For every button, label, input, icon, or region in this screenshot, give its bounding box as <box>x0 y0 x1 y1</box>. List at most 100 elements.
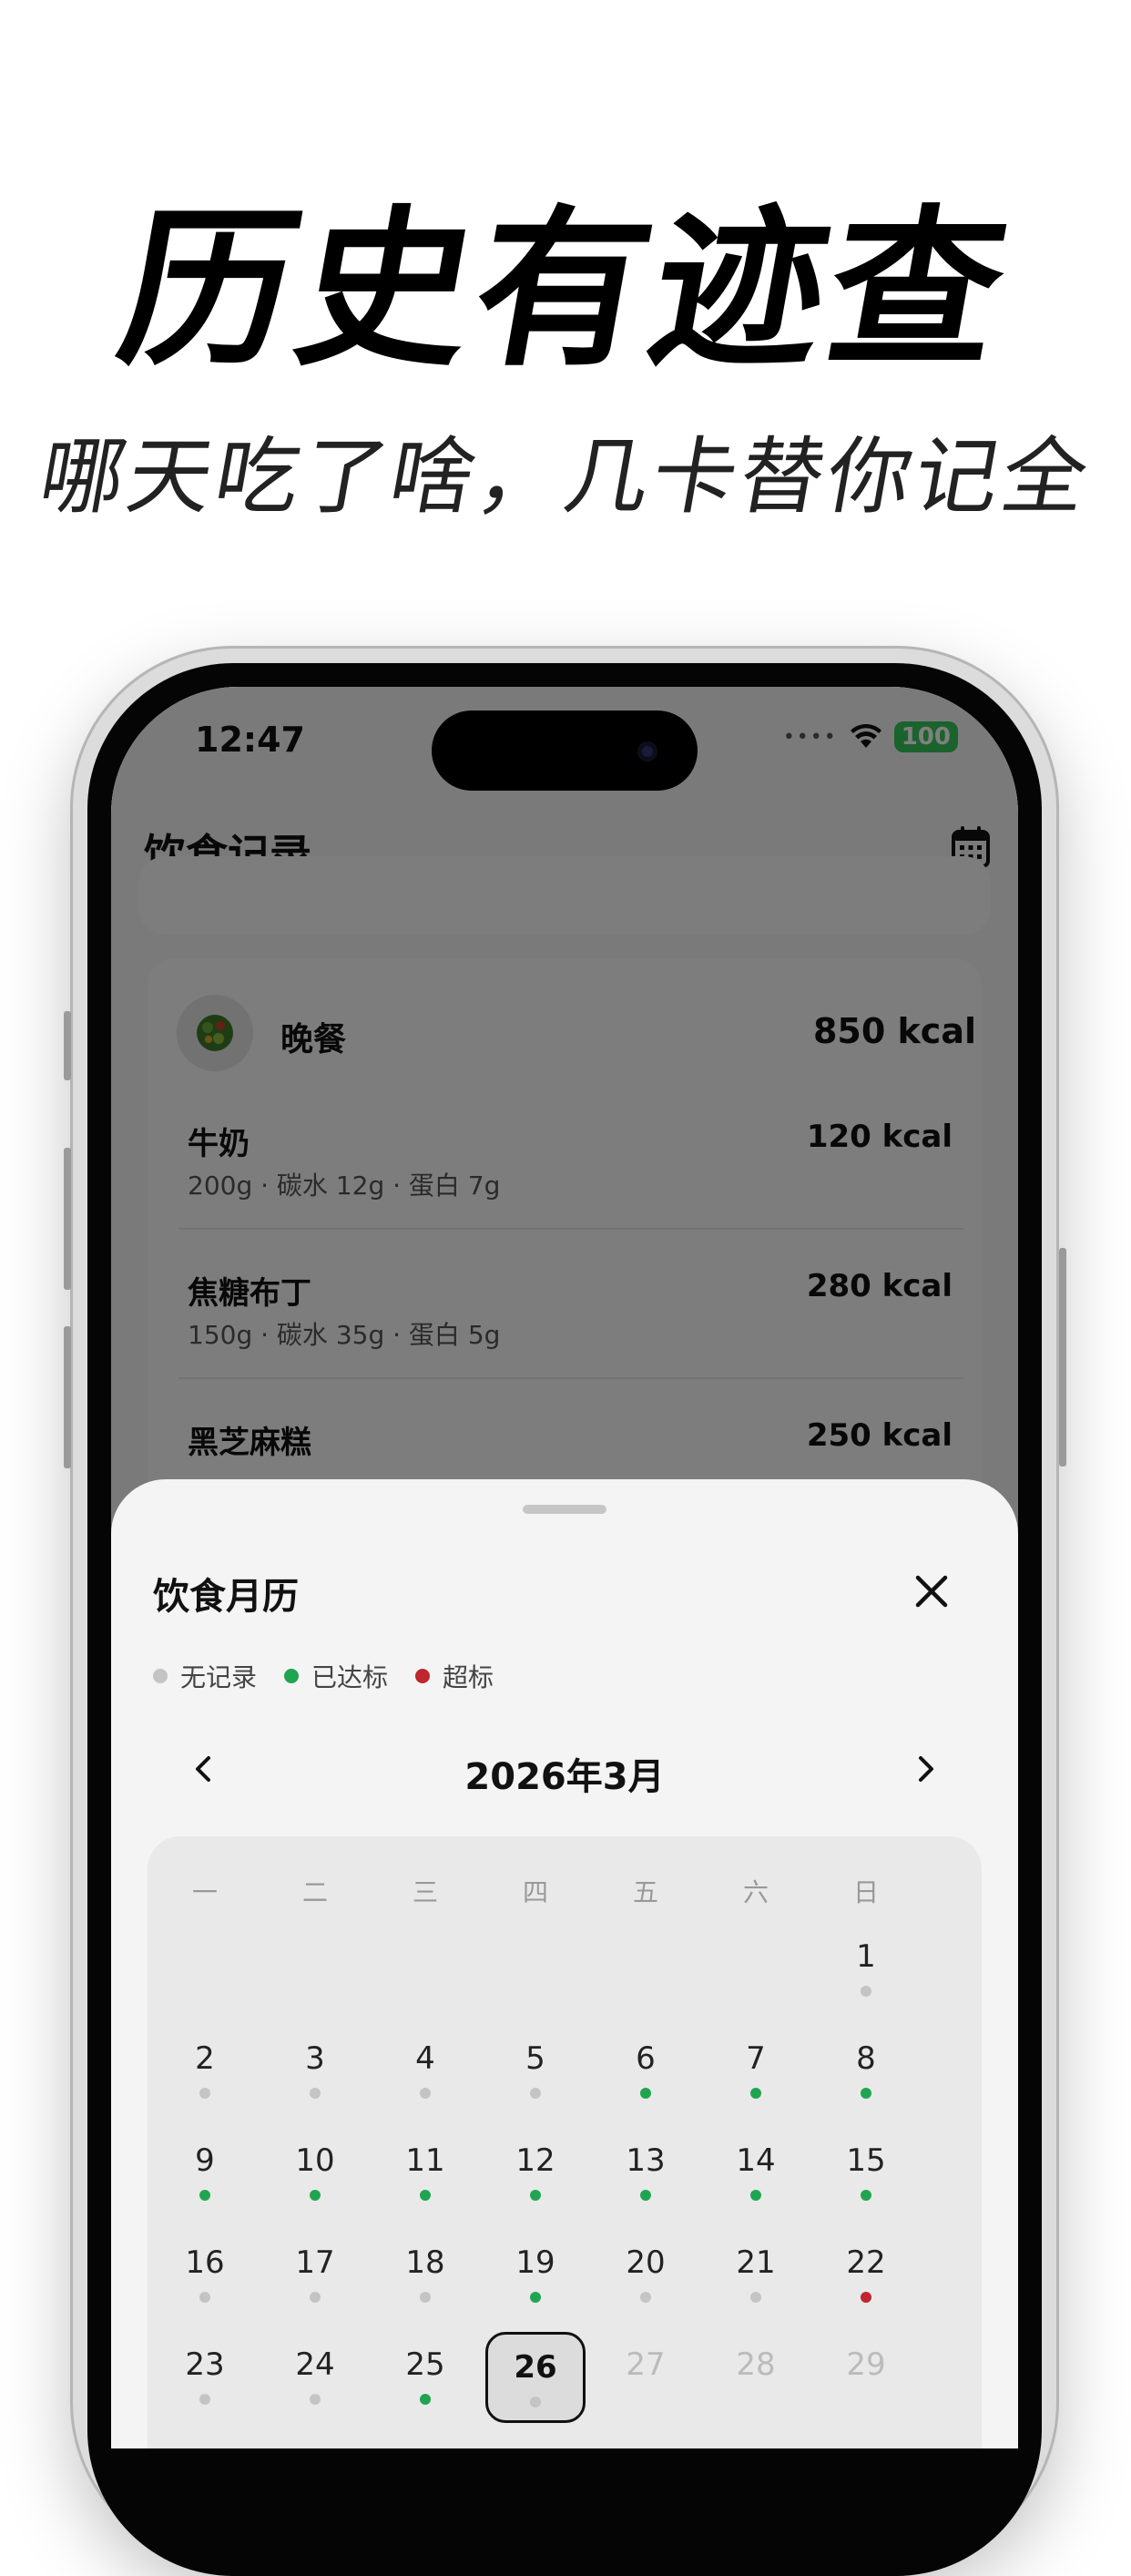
calendar-day[interactable]: 18 <box>375 2244 475 2336</box>
calendar-day[interactable]: 22 <box>816 2244 916 2336</box>
calendar-day[interactable]: 25 <box>375 2346 475 2438</box>
status-dot-icon <box>199 2088 210 2099</box>
calendar-day[interactable]: 8 <box>816 2040 916 2131</box>
status-dot-icon <box>861 2190 871 2201</box>
status-dot-icon <box>861 1986 871 1997</box>
status-dot-icon <box>310 2394 321 2405</box>
calendar-day[interactable]: 20 <box>596 2244 696 2336</box>
status-dot-icon <box>199 2292 210 2303</box>
calendar-day[interactable]: 13 <box>596 2142 696 2234</box>
phone-screen: 12:47 •••• 100 饮食记录 晚餐 850 kcal <box>111 687 1018 2448</box>
day-number: 16 <box>185 2244 225 2281</box>
phone-power-button <box>1059 1248 1066 1467</box>
day-number: 25 <box>405 2346 445 2383</box>
day-number: 18 <box>405 2244 445 2281</box>
day-number: 20 <box>626 2244 666 2281</box>
calendar-day[interactable]: 4 <box>375 2040 475 2131</box>
calendar-day[interactable]: 17 <box>265 2244 365 2336</box>
promo-subline: 哪天吃了啥，几卡替你记全 <box>32 428 1099 526</box>
status-dot-icon <box>420 2394 431 2405</box>
sheet-grabber[interactable] <box>523 1505 606 1514</box>
day-number: 10 <box>295 2142 335 2179</box>
calendar-day[interactable]: 21 <box>706 2244 806 2336</box>
day-number: 8 <box>856 2040 876 2077</box>
calendar-day[interactable]: 11 <box>375 2142 475 2234</box>
sheet-title: 饮食月历 <box>153 1576 299 1618</box>
legend-met: 已达标 <box>284 1658 388 1694</box>
status-dot-icon <box>420 2190 431 2201</box>
status-dot-icon <box>750 2088 761 2099</box>
dynamic-island <box>432 710 698 791</box>
calendar-day[interactable]: 12 <box>485 2142 586 2234</box>
day-number: 26 <box>514 2349 557 2386</box>
status-dot-icon <box>199 2190 210 2201</box>
weekday-label: 二 <box>301 1877 328 1907</box>
day-number: 27 <box>626 2346 666 2383</box>
chevron-right-icon[interactable] <box>907 1751 943 1787</box>
legend-over: 超标 <box>415 1658 494 1694</box>
status-dot-icon <box>861 2292 871 2303</box>
day-number: 23 <box>185 2346 225 2383</box>
calendar-day[interactable]: 3 <box>265 2040 365 2131</box>
status-dot-icon <box>310 2292 321 2303</box>
calendar-day[interactable]: 5 <box>485 2040 586 2131</box>
day-number: 4 <box>415 2040 435 2077</box>
weekday-label: 五 <box>632 1877 658 1907</box>
status-dot-icon <box>530 2397 541 2407</box>
calendar-day[interactable]: 1 <box>816 1938 916 2029</box>
calendar-day[interactable]: 23 <box>155 2346 255 2438</box>
calendar-day[interactable]: 19 <box>485 2244 586 2336</box>
legend-label: 超标 <box>443 1662 494 1692</box>
calendar-day[interactable]: 15 <box>816 2142 916 2234</box>
day-number: 7 <box>746 2040 766 2077</box>
close-icon[interactable] <box>911 1570 953 1612</box>
weekday-label: 四 <box>522 1877 548 1907</box>
calendar-day[interactable]: 6 <box>596 2040 696 2131</box>
calendar-day: 28 <box>706 2346 806 2438</box>
calendar-day[interactable]: 14 <box>706 2142 806 2234</box>
status-dot-icon <box>199 2394 210 2405</box>
promo-headline: 历史有迹查 <box>106 190 1025 390</box>
status-dot-icon <box>530 2292 541 2303</box>
day-number: 14 <box>736 2142 776 2179</box>
day-number: 24 <box>295 2346 335 2383</box>
calendar-day[interactable]: 16 <box>155 2244 255 2336</box>
gray-dot-icon <box>153 1669 168 1683</box>
status-dot-icon <box>420 2088 431 2099</box>
phone-volume-down-button <box>64 1326 71 1468</box>
weekday-label: 三 <box>412 1877 438 1907</box>
day-number: 13 <box>626 2142 666 2179</box>
front-camera <box>637 741 657 762</box>
status-dot-icon <box>420 2292 431 2303</box>
calendar-day[interactable]: 24 <box>265 2346 365 2438</box>
calendar-day[interactable]: 2 <box>155 2040 255 2131</box>
calendar-day[interactable]: 9 <box>155 2142 255 2234</box>
status-dot-icon <box>640 2088 651 2099</box>
status-dot-icon <box>310 2088 321 2099</box>
calendar-day[interactable]: 10 <box>265 2142 365 2234</box>
legend-label: 已达标 <box>311 1662 389 1692</box>
day-number: 9 <box>195 2142 215 2179</box>
status-dot-icon <box>640 2292 651 2303</box>
day-number: 2 <box>195 2040 215 2077</box>
weekday-label: 日 <box>852 1877 879 1907</box>
calendar-day: 29 <box>816 2346 916 2438</box>
weekday-label: 六 <box>742 1877 769 1907</box>
day-number: 1 <box>856 1938 876 1975</box>
calendar-day-today[interactable]: 26 <box>485 2332 586 2423</box>
phone-volume-up-button <box>64 1148 71 1290</box>
status-legend: 无记录 已达标 超标 <box>153 1658 521 1694</box>
day-number: 12 <box>515 2142 555 2179</box>
calendar-sheet: 饮食月历 无记录 已达标 超标 2026年3月 一二三四五六 日 1 2 3 4… <box>111 1479 1018 2448</box>
chevron-left-icon[interactable] <box>186 1751 222 1787</box>
status-dot-icon <box>310 2190 321 2201</box>
legend-label: 无记录 <box>180 1662 258 1692</box>
green-dot-icon <box>284 1669 300 1683</box>
day-number: 5 <box>525 2040 545 2077</box>
status-dot-icon <box>750 2292 761 2303</box>
day-number: 6 <box>636 2040 656 2077</box>
calendar-day: 27 <box>596 2346 696 2438</box>
month-label: 2026年3月 <box>464 1756 665 1798</box>
calendar-day[interactable]: 7 <box>706 2040 806 2131</box>
day-number: 21 <box>736 2244 776 2281</box>
